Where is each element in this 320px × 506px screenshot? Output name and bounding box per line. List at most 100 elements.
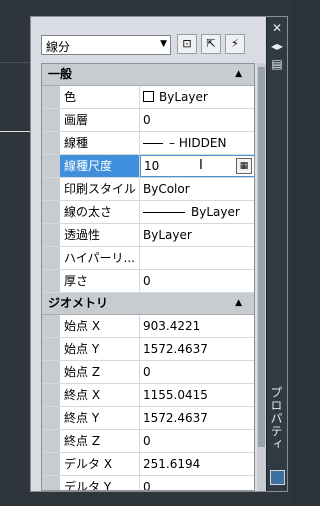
prop-row-start-y[interactable]: 始点 Y 1572.4637 — [42, 338, 254, 361]
row-gutter — [42, 155, 60, 177]
prop-row-delta-x[interactable]: デルタ X 251.6194 — [42, 453, 254, 476]
prop-name: 始点 X — [60, 315, 140, 337]
row-gutter — [42, 132, 60, 154]
collapse-icon[interactable]: ▲ — [235, 64, 242, 85]
property-grid: 一般 ▲ 色 ByLayer 画層 0 線種 – HIDDEN 線種尺度 10 … — [41, 63, 255, 491]
vertical-scrollbar[interactable] — [257, 63, 266, 491]
prop-value[interactable]: 0 — [140, 270, 254, 292]
collapse-icon[interactable]: ▲ — [235, 293, 242, 314]
calculator-icon[interactable]: ▦ — [236, 158, 252, 174]
row-gutter — [42, 86, 60, 108]
prop-row-start-x[interactable]: 始点 X 903.4221 — [42, 315, 254, 338]
prop-row-linetype[interactable]: 線種 – HIDDEN — [42, 132, 254, 155]
prop-row-linetype-scale[interactable]: 線種尺度 10 I ▦ — [42, 155, 254, 178]
row-gutter — [42, 247, 60, 269]
object-type-value: 線分 — [46, 40, 71, 54]
prop-value[interactable]: ByLayer — [140, 224, 254, 246]
row-gutter — [42, 476, 60, 490]
color-value: ByLayer — [159, 90, 208, 104]
palette-title: プロパティ — [269, 386, 283, 451]
prop-row-color[interactable]: 色 ByLayer — [42, 86, 254, 109]
prop-value[interactable]: 0 — [140, 109, 254, 131]
color-swatch-icon — [143, 91, 154, 102]
cad-line-faint — [0, 62, 30, 63]
prop-name: 色 — [60, 86, 140, 108]
line-sample-icon — [143, 143, 163, 144]
prop-value[interactable]: 1155.0415 — [140, 384, 254, 406]
select-objects-button[interactable]: ⇱ — [201, 34, 221, 54]
row-gutter — [42, 453, 60, 475]
autohide-icon[interactable]: ◂▸ — [270, 39, 284, 53]
section-geometry-header[interactable]: ジオメトリ ▲ — [42, 293, 254, 315]
prop-name: 印刷スタイル — [60, 178, 140, 200]
prop-name: 始点 Y — [60, 338, 140, 360]
prop-name: 終点 Y — [60, 407, 140, 429]
quick-select-icon: ⚡ — [231, 37, 239, 50]
row-gutter — [42, 201, 60, 223]
prop-name: 線種 — [60, 132, 140, 154]
prop-row-end-x[interactable]: 終点 X 1155.0415 — [42, 384, 254, 407]
section-general-title: 一般 — [48, 67, 73, 81]
row-gutter — [42, 361, 60, 383]
prop-row-thickness[interactable]: 厚さ 0 — [42, 270, 254, 293]
linetype-value: – HIDDEN — [169, 136, 227, 150]
row-gutter — [42, 384, 60, 406]
menu-icon[interactable]: ▤ — [270, 57, 284, 71]
palette-titlebar[interactable]: ✕ ◂▸ ▤ プロパティ — [266, 17, 287, 491]
row-gutter — [42, 178, 60, 200]
prop-name: デルタ Y — [60, 476, 140, 490]
quick-select-button[interactable]: ⚡ — [225, 34, 245, 54]
prop-row-end-y[interactable]: 終点 Y 1572.4637 — [42, 407, 254, 430]
prop-name: 画層 — [60, 109, 140, 131]
row-gutter — [42, 338, 60, 360]
prop-value[interactable]: 0 — [140, 361, 254, 383]
prop-value[interactable] — [140, 247, 254, 269]
scrollbar-thumb[interactable] — [258, 67, 265, 447]
prop-name: デルタ X — [60, 453, 140, 475]
prop-value[interactable]: ByLayer — [140, 201, 254, 223]
prop-name: 終点 X — [60, 384, 140, 406]
text-cursor-icon: I — [199, 158, 203, 173]
prop-name: 透過性 — [60, 224, 140, 246]
prop-name: 始点 Z — [60, 361, 140, 383]
lineweight-value: ByLayer — [191, 205, 240, 219]
object-type-select[interactable]: 線分 ▼ — [41, 35, 171, 55]
row-gutter — [42, 315, 60, 337]
prop-value[interactable]: – HIDDEN — [140, 132, 254, 154]
prop-name: 厚さ — [60, 270, 140, 292]
prop-value[interactable]: 903.4221 — [140, 315, 254, 337]
row-gutter — [42, 270, 60, 292]
select-objects-icon: ⇱ — [206, 37, 216, 50]
prop-row-transparency[interactable]: 透過性 ByLayer — [42, 224, 254, 247]
prop-row-end-z[interactable]: 終点 Z 0 — [42, 430, 254, 453]
section-general-header[interactable]: 一般 ▲ — [42, 64, 254, 86]
prop-row-lineweight[interactable]: 線の太さ ByLayer — [42, 201, 254, 224]
prop-row-plot-style[interactable]: 印刷スタイル ByColor — [42, 178, 254, 201]
prop-value[interactable]: 251.6194 — [140, 453, 254, 475]
prop-row-delta-y[interactable]: デルタ Y 0 — [42, 476, 254, 490]
prop-value[interactable]: 1572.4637 — [140, 338, 254, 360]
palette-content: 線分 ▼ ⊡ ⇱ ⚡ 一般 ▲ 色 ByLayer 画層 0 線種 – HIDD… — [31, 17, 267, 491]
prop-row-start-z[interactable]: 始点 Z 0 — [42, 361, 254, 384]
prop-value[interactable]: ByColor — [140, 178, 254, 200]
prop-value[interactable]: 1572.4637 — [140, 407, 254, 429]
linetype-scale-input[interactable]: 10 I ▦ — [140, 155, 254, 177]
row-gutter — [42, 224, 60, 246]
linetype-scale-value: 10 — [144, 159, 160, 173]
pickadd-icon: ⊡ — [182, 37, 192, 50]
prop-value[interactable]: 0 — [140, 476, 254, 490]
prop-value[interactable]: 0 — [140, 430, 254, 452]
row-gutter — [42, 109, 60, 131]
row-gutter — [42, 430, 60, 452]
prop-name: 線の太さ — [60, 201, 140, 223]
prop-name: ハイパーリ... — [60, 247, 140, 269]
toggle-pickadd-button[interactable]: ⊡ — [177, 34, 197, 54]
row-gutter — [42, 407, 60, 429]
section-geometry-title: ジオメトリ — [48, 296, 109, 310]
prop-name: 線種尺度 — [60, 155, 140, 177]
prop-value[interactable]: ByLayer — [140, 86, 254, 108]
close-icon[interactable]: ✕ — [270, 21, 284, 35]
palette-settings-icon[interactable] — [270, 470, 285, 485]
prop-row-layer[interactable]: 画層 0 — [42, 109, 254, 132]
prop-row-hyperlink[interactable]: ハイパーリ... — [42, 247, 254, 270]
